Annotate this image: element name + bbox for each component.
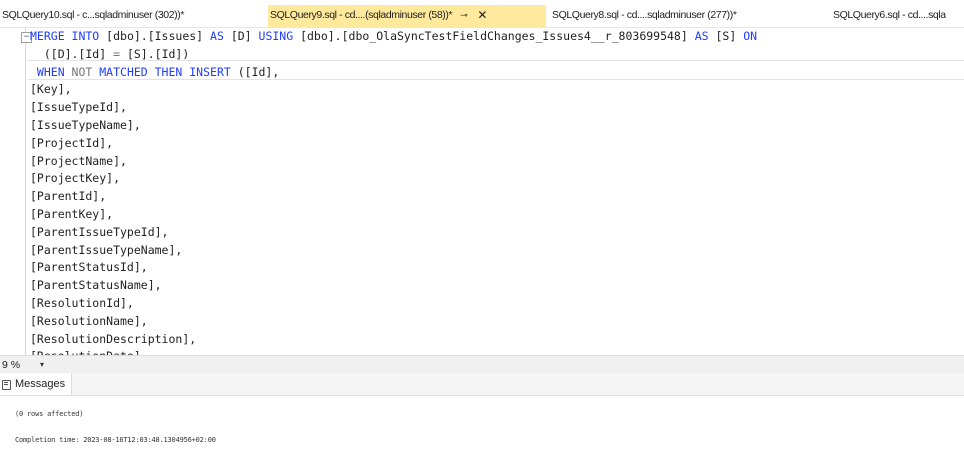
tab-messages-label: Messages (15, 378, 66, 390)
code-line: [ResolutionId], (30, 295, 757, 313)
code-line: WHEN NOT MATCHED THEN INSERT ([Id], (30, 64, 757, 82)
code-token: ON (743, 29, 758, 43)
tab-label: SQLQuery10.sql - c...sqladminuser (302))… (2, 9, 185, 21)
code-line: [IssueTypeName], (30, 117, 757, 135)
code-line: [ParentKey], (30, 206, 757, 224)
code-line: [ProjectKey], (30, 170, 757, 188)
close-icon[interactable]: ✕ (477, 8, 487, 22)
code-token: [ProjectId], (30, 135, 114, 150)
outline-gutter (25, 28, 26, 355)
code-line: [ResolutionName], (30, 313, 757, 331)
tab-sqlquery8[interactable]: SQLQuery8.sql - cd....sqladminuser (277)… (550, 5, 818, 25)
code-line: [ResolutionDescription], (30, 331, 757, 349)
code-line: [ProjectName], (30, 153, 757, 171)
code-token: ([Id], (237, 64, 280, 79)
code-token: [S].[Id]) (126, 46, 190, 61)
pin-icon[interactable]: ⊸ (460, 10, 468, 21)
tab-label: SQLQuery9.sql - cd....(sqladminuser (58)… (270, 9, 453, 21)
code-line: [ProjectId], (30, 135, 757, 153)
zoom-level[interactable]: 9 % (0, 359, 40, 371)
tab-sqlquery6[interactable]: SQLQuery6.sql - cd....sqla (831, 5, 964, 25)
code-token: USING (258, 29, 301, 43)
code-line: [ParentStatusId], (30, 259, 757, 277)
completion-time-message: Completion time: 2023-08-16T12:03:48.130… (15, 436, 216, 444)
code-line: MERGE INTO [dbo].[Issues] AS [D] USING [… (30, 28, 757, 46)
results-tab-strip: Messages (0, 373, 964, 396)
code-token: [ParentId], (30, 189, 107, 204)
code-token: [S] (715, 29, 744, 43)
code-line: [ParentId], (30, 188, 757, 206)
code-line: [Key], (30, 81, 757, 99)
messages-pane[interactable]: (0 rows affected) Completion time: 2023-… (0, 396, 964, 464)
tab-label: SQLQuery6.sql - cd....sqla (833, 9, 946, 21)
code-token: NOT (71, 64, 100, 79)
rows-affected-message: (0 rows affected) (15, 410, 84, 418)
code-token: = (113, 46, 127, 61)
code-line: [ResolutionDate] (30, 348, 757, 355)
tab-sqlquery10[interactable]: SQLQuery10.sql - c...sqladminuser (302))… (0, 5, 262, 25)
code-token: MERGE INTO (30, 29, 107, 43)
code-line: [ParentStatusName], (30, 277, 757, 295)
code-token: [IssueTypeId], (30, 100, 127, 115)
horizontal-scrollbar[interactable] (60, 358, 960, 371)
code-token: MATCHED THEN INSERT (99, 64, 238, 79)
code-token: [ResolutionName], (30, 313, 148, 328)
code-token: AS (694, 29, 716, 43)
document-tab-strip: SQLQuery10.sql - c...sqladminuser (302))… (0, 0, 964, 28)
code-token: [ParentKey], (30, 206, 114, 221)
code-token: ([D].[Id] (30, 46, 114, 61)
code-token: [ParentStatusName], (30, 278, 162, 293)
code-token: [ResolutionId], (30, 295, 134, 310)
code-token: [Key], (30, 82, 72, 97)
code-text[interactable]: MERGE INTO [dbo].[Issues] AS [D] USING [… (30, 28, 757, 355)
sql-editor[interactable]: − MERGE INTO [dbo].[Issues] AS [D] USING… (0, 28, 964, 355)
code-line: [IssueTypeId], (30, 99, 757, 117)
code-token: [ParentIssueTypeName], (30, 242, 183, 257)
tab-messages[interactable]: Messages (0, 373, 73, 395)
code-token: [ParentStatusId], (30, 260, 148, 275)
editor-status-bar: 9 % ▾ (0, 355, 964, 373)
code-line: [ParentIssueTypeId], (30, 224, 757, 242)
code-token: [D] (230, 29, 259, 43)
code-token: WHEN (30, 64, 72, 79)
code-token: [ParentIssueTypeId], (30, 224, 169, 239)
code-token: [dbo].[dbo_OlaSyncTestFieldChanges_Issue… (300, 29, 695, 43)
code-token: [IssueTypeName], (30, 117, 141, 132)
code-token: [ProjectKey], (30, 171, 121, 186)
code-token: [ResolutionDescription], (30, 331, 197, 346)
tab-sqlquery9[interactable]: SQLQuery9.sql - cd....(sqladminuser (58)… (268, 5, 546, 25)
tab-label: SQLQuery8.sql - cd....sqladminuser (277)… (552, 9, 737, 21)
chevron-down-icon[interactable]: ▾ (40, 360, 44, 369)
code-line: [ParentIssueTypeName], (30, 242, 757, 260)
code-line: ([D].[Id] = [S].[Id]) (30, 46, 757, 64)
code-token: [dbo].[Issues] (106, 29, 211, 43)
code-token: AS (210, 29, 231, 43)
code-token: [ProjectName], (30, 153, 127, 168)
messages-icon (2, 379, 12, 390)
